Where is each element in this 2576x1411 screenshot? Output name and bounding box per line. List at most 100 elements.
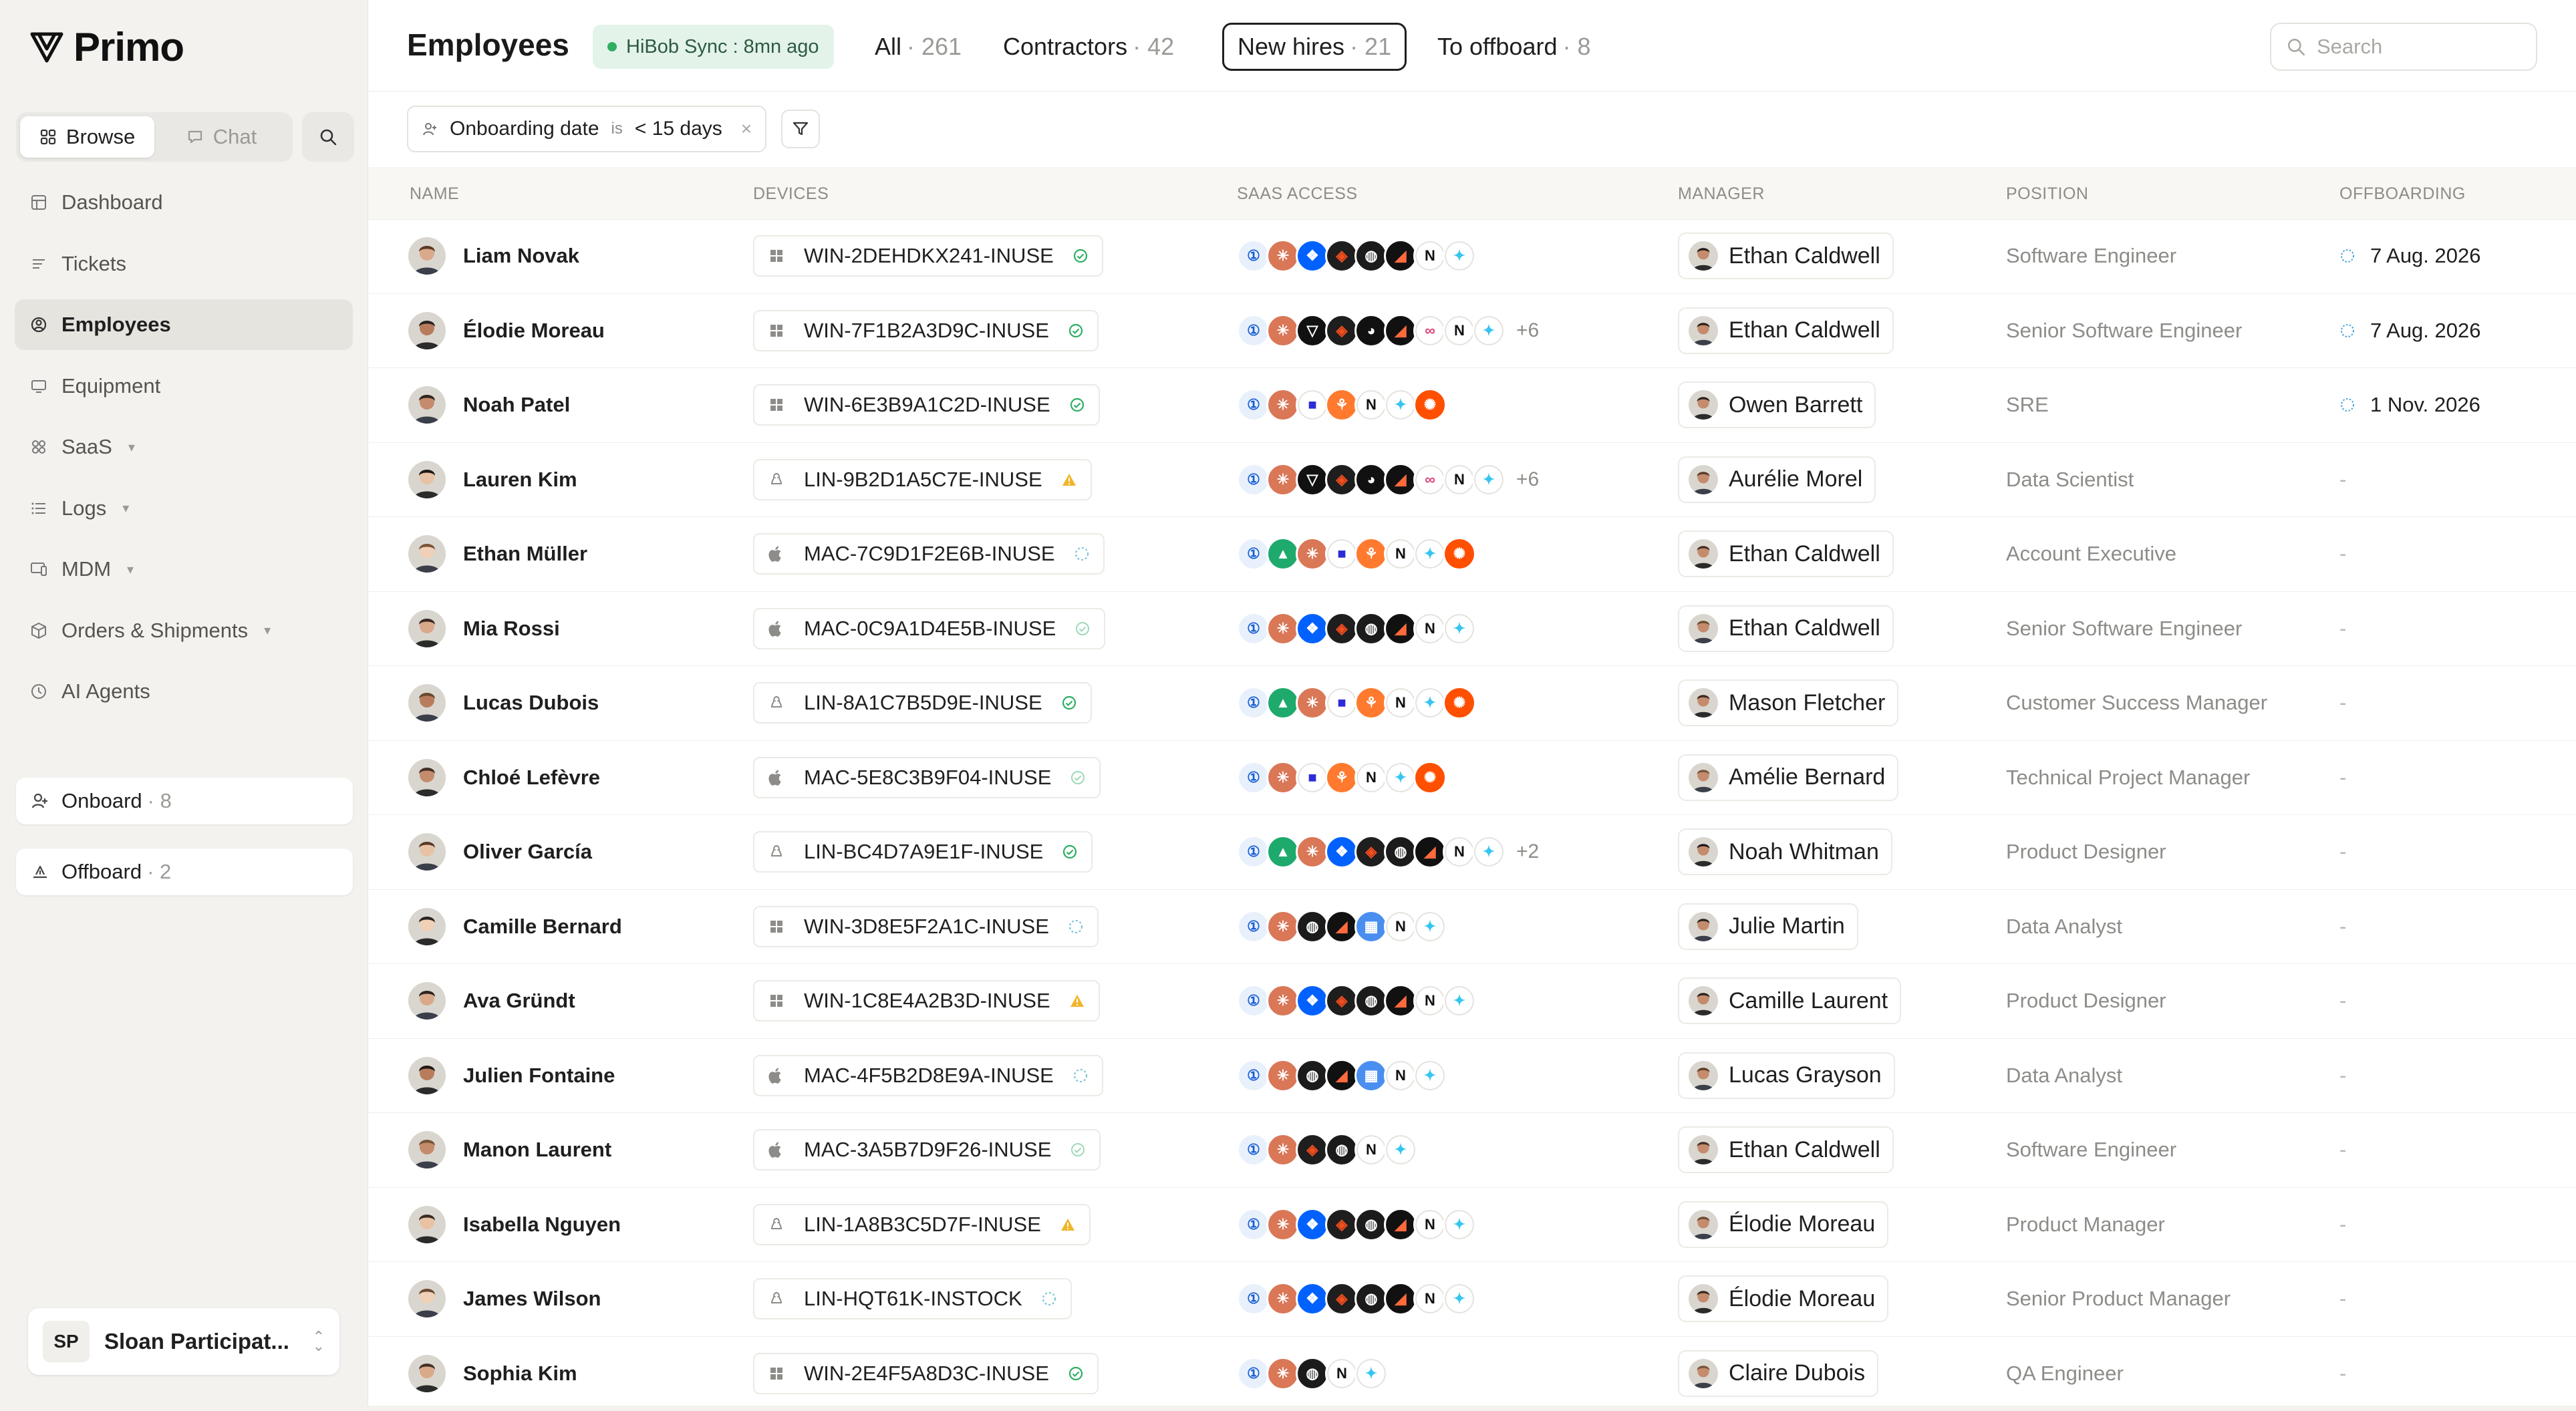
claude-icon[interactable]: ✳: [1266, 984, 1300, 1017]
employee-name-cell[interactable]: Ava Gründt: [408, 964, 575, 1038]
saas-access-cell[interactable]: ①✳▽◈◕◢∞N✦+6: [1237, 443, 1539, 516]
slack-icon[interactable]: ✦: [1443, 1282, 1476, 1315]
slack-icon[interactable]: ✦: [1384, 1133, 1417, 1166]
cursor-icon[interactable]: ▽: [1296, 463, 1329, 496]
notion-icon[interactable]: N: [1384, 686, 1417, 720]
sidebar-onboard[interactable]: Onboard · 8: [16, 778, 353, 824]
table-row[interactable]: Lauren Kim LIN-9B2D1A5C7E-INUSE ①✳▽◈◕◢∞N✦+…: [368, 443, 2576, 518]
manager-chip[interactable]: Noah Whitman: [1678, 828, 1892, 875]
table-row[interactable]: Oliver GarcíaLIN-BC4D7A9E1F-INUSE①▲✳❖◈◍◢…: [368, 815, 2576, 890]
device-chip[interactable]: MAC-0C9A1D4E5B-INUSE: [753, 608, 1105, 649]
employee-name-cell[interactable]: Sophia Kim: [408, 1337, 577, 1410]
device-chip[interactable]: MAC-7C9D1F2E6B-INUSE: [753, 533, 1105, 575]
dropbox-icon[interactable]: ❖: [1296, 1208, 1329, 1241]
github-icon[interactable]: ◕: [1354, 314, 1388, 347]
device-chip[interactable]: MAC-4F5B2D8E9A-INUSE: [753, 1055, 1103, 1096]
saas-access-cell[interactable]: ①✳◍◢▦N✦: [1237, 1039, 1447, 1112]
notion-icon[interactable]: N: [1413, 239, 1447, 273]
slack-icon[interactable]: ✦: [1413, 686, 1447, 720]
sidebar-item-dashboard[interactable]: Dashboard: [15, 177, 353, 228]
claude-icon[interactable]: ✳: [1266, 910, 1300, 943]
aws-icon[interactable]: ▲: [1266, 537, 1300, 571]
table-row[interactable]: Élodie MoreauWIN-7F1B2A3D9C-INUSE①✳▽◈◕◢∞…: [368, 294, 2576, 369]
slack-icon[interactable]: ✦: [1413, 537, 1447, 571]
claude-icon[interactable]: ✳: [1266, 1059, 1300, 1092]
notion-icon[interactable]: N: [1413, 612, 1447, 645]
claude-icon[interactable]: ✳: [1296, 835, 1329, 869]
1password-icon[interactable]: ①: [1237, 1059, 1270, 1092]
employee-name-cell[interactable]: Ethan Müller: [408, 517, 587, 591]
stack-icon[interactable]: ■: [1325, 686, 1358, 720]
linear-icon[interactable]: ◢: [1325, 910, 1358, 943]
circle-icon[interactable]: ◍: [1296, 910, 1329, 943]
tab-to-offboard[interactable]: To offboard· 8: [1424, 23, 1604, 71]
logo[interactable]: Primo: [29, 24, 184, 70]
table-row[interactable]: Ethan Müller MAC-7C9D1F2E6B-INUSE ①▲✳■⚘N✦✺…: [368, 517, 2576, 592]
aws-icon[interactable]: ▲: [1266, 835, 1300, 869]
saas-access-cell[interactable]: ①✳❖◈◍◢N✦: [1237, 1262, 1476, 1336]
notion-icon[interactable]: N: [1413, 984, 1447, 1017]
notion-icon[interactable]: N: [1443, 314, 1476, 347]
hubspot-icon[interactable]: ⚘: [1354, 686, 1388, 720]
device-chip[interactable]: LIN-9B2D1A5C7E-INUSE: [753, 459, 1092, 500]
circle-icon[interactable]: ◍: [1296, 1357, 1329, 1390]
circle-icon[interactable]: ◍: [1296, 1059, 1329, 1092]
figma-icon[interactable]: ◈: [1325, 239, 1358, 273]
dropbox-icon[interactable]: ❖: [1325, 835, 1358, 869]
manager-chip[interactable]: Aurélie Morel: [1678, 456, 1876, 503]
notion-icon[interactable]: N: [1443, 463, 1476, 496]
column-header-name[interactable]: Name: [410, 184, 459, 204]
links-icon[interactable]: ∞: [1413, 463, 1447, 496]
device-chip[interactable]: MAC-3A5B7D9F26-INUSE: [753, 1129, 1101, 1170]
dropbox-icon[interactable]: ❖: [1296, 612, 1329, 645]
sidebar-item-saas[interactable]: SaaS▾: [15, 422, 353, 472]
1password-icon[interactable]: ①: [1237, 388, 1270, 422]
device-chip[interactable]: MAC-5E8C3B9F04-INUSE: [753, 757, 1101, 798]
claude-icon[interactable]: ✳: [1296, 537, 1329, 571]
device-chip[interactable]: LIN-1A8B3C5D7F-INUSE: [753, 1204, 1091, 1245]
saas-access-cell[interactable]: ①✳■⚘N✦✺: [1237, 741, 1447, 814]
claude-icon[interactable]: ✳: [1266, 1208, 1300, 1241]
add-filter-button[interactable]: [781, 110, 820, 148]
claude-icon[interactable]: ✳: [1266, 1282, 1300, 1315]
manager-chip[interactable]: Lucas Grayson: [1678, 1052, 1895, 1099]
column-header-saas[interactable]: SaaS access: [1237, 184, 1358, 204]
saas-access-cell[interactable]: ①▲✳■⚘N✦✺: [1237, 517, 1476, 591]
table-row[interactable]: Manon LaurentMAC-3A5B7D9F26-INUSE①✳◈◍N✦E…: [368, 1113, 2576, 1188]
claude-icon[interactable]: ✳: [1266, 1357, 1300, 1390]
employee-name-cell[interactable]: Isabella Nguyen: [408, 1188, 621, 1261]
tab-new-hires[interactable]: New hires· 21: [1222, 23, 1407, 71]
sidebar-item-ai-agents[interactable]: AI Agents: [15, 666, 353, 717]
claude-icon[interactable]: ✳: [1266, 239, 1300, 273]
table-row[interactable]: Isabella NguyenLIN-1A8B3C5D7F-INUSE①✳❖◈◍…: [368, 1188, 2576, 1263]
aws-icon[interactable]: ▲: [1266, 686, 1300, 720]
slack-icon[interactable]: ✦: [1472, 314, 1506, 347]
table-row[interactable]: Liam NovakWIN-2DEHDKX241-INUSE①✳❖◈◍◢N✦Et…: [368, 219, 2576, 294]
employee-name-cell[interactable]: Lauren Kim: [408, 443, 577, 516]
notion-icon[interactable]: N: [1325, 1357, 1358, 1390]
figma-icon[interactable]: ◈: [1325, 314, 1358, 347]
circle-icon[interactable]: ◍: [1354, 1282, 1388, 1315]
1password-icon[interactable]: ①: [1237, 984, 1270, 1017]
slack-icon[interactable]: ✦: [1413, 910, 1447, 943]
1password-icon[interactable]: ①: [1237, 612, 1270, 645]
1password-icon[interactable]: ①: [1237, 537, 1270, 571]
column-header-position[interactable]: Position: [2006, 184, 2088, 204]
notion-icon[interactable]: N: [1354, 1133, 1388, 1166]
1password-icon[interactable]: ①: [1237, 1208, 1270, 1241]
table-row[interactable]: Julien FontaineMAC-4F5B2D8E9A-INUSE①✳◍◢▦…: [368, 1039, 2576, 1114]
claude-icon[interactable]: ✳: [1266, 761, 1300, 794]
figma-icon[interactable]: ◈: [1325, 1208, 1358, 1241]
saas-access-cell[interactable]: ①✳◍◢▦N✦: [1237, 890, 1447, 963]
stack-icon[interactable]: ■: [1296, 761, 1329, 794]
tab-all[interactable]: All· 261: [861, 23, 975, 71]
figma-icon[interactable]: ◈: [1325, 463, 1358, 496]
manager-chip[interactable]: Élodie Moreau: [1678, 1201, 1888, 1248]
notion-icon[interactable]: N: [1413, 1282, 1447, 1315]
hubspot-icon[interactable]: ⚘: [1325, 761, 1358, 794]
claude-icon[interactable]: ✳: [1266, 388, 1300, 422]
table-row[interactable]: Lucas DuboisLIN-8A1C7B5D9E-INUSE①▲✳■⚘N✦✺…: [368, 666, 2576, 741]
circle-icon[interactable]: ◍: [1325, 1133, 1358, 1166]
saas-access-cell[interactable]: ①▲✳■⚘N✦✺: [1237, 666, 1476, 740]
manager-chip[interactable]: Amélie Bernard: [1678, 754, 1898, 801]
